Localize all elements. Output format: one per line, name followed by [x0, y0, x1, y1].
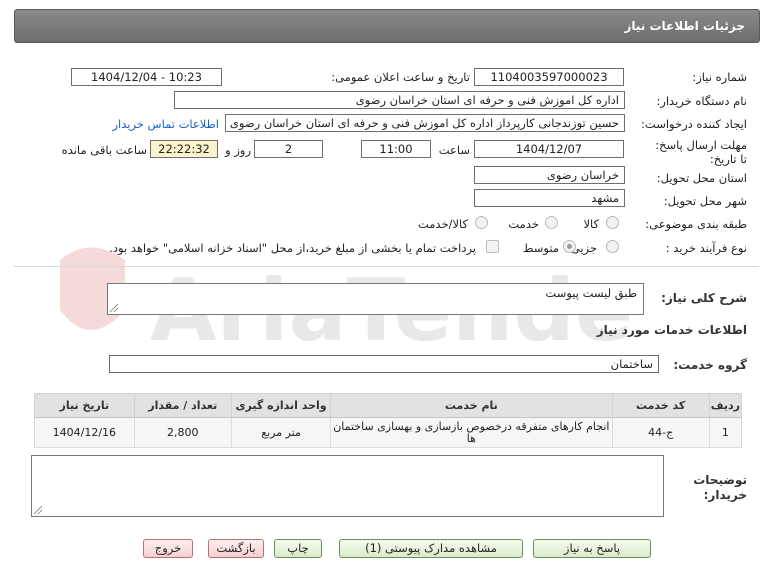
- buyer-notes-textarea[interactable]: [31, 455, 664, 517]
- deadline-label: مهلت ارسال پاسخ: تا تاریخ:: [655, 138, 747, 166]
- city-field: مشهد: [474, 189, 625, 207]
- table-header-row: ردیف کد خدمت نام خدمت واحد اندازه گیری ت…: [34, 393, 743, 418]
- col-header-unit: واحد اندازه گیری: [230, 393, 332, 418]
- exit-button[interactable]: خروج: [143, 539, 193, 558]
- remaining-time-field: 22:22:32: [150, 140, 218, 158]
- page-title: جزئیات اطلاعات نیاز: [624, 19, 745, 33]
- service-group-field: ساختمان: [109, 355, 659, 373]
- col-header-quantity: تعداد / مقدار: [133, 393, 232, 418]
- services-table: ردیف کد خدمت نام خدمت واحد اندازه گیری ت…: [34, 393, 743, 448]
- province-label: استان محل تحویل:: [656, 171, 747, 185]
- deadline-date-field: 1404/12/07: [474, 140, 624, 158]
- resize-grip-icon[interactable]: [34, 506, 42, 514]
- need-number-label: شماره نیاز:: [692, 70, 747, 84]
- announce-datetime-field: 1404/12/04 - 10:23: [71, 68, 222, 86]
- description-textarea: طبق لیست پیوست: [107, 283, 644, 315]
- cell-need-date: 1404/12/16: [34, 417, 135, 448]
- col-header-service-name: نام خدمت: [330, 393, 613, 418]
- cell-unit: متر مربع: [230, 417, 332, 448]
- view-attachments-button[interactable]: مشاهده مدارک پیوستی (1): [339, 539, 523, 558]
- requester-field: حسین توزندجانی کارپرداز اداره کل اموزش ف…: [225, 114, 625, 132]
- cell-service-code: ج-44: [611, 417, 710, 448]
- cell-row-number: 1: [708, 417, 743, 448]
- category-option-goods-service: کالا/خدمت: [417, 217, 468, 231]
- purchase-radio-medium[interactable]: [563, 240, 576, 253]
- col-header-row-number: ردیف: [708, 393, 743, 418]
- services-section-title: اطلاعات خدمات مورد نیاز: [596, 323, 747, 337]
- days-label: روز و: [225, 143, 251, 157]
- deadline-time-label: ساعت: [438, 143, 470, 157]
- treasury-payment-checkbox[interactable]: [486, 240, 499, 253]
- remaining-days-field: 2: [254, 140, 323, 158]
- treasury-payment-note: پرداخت تمام یا بخشی از مبلغ خرید،از محل …: [109, 241, 476, 255]
- page-titlebar: جزئیات اطلاعات نیاز: [14, 9, 760, 43]
- buyer-contact-link[interactable]: اطلاعات تماس خریدار: [112, 117, 219, 131]
- service-group-label: گروه خدمت:: [673, 358, 747, 372]
- back-button[interactable]: بازگشت: [208, 539, 264, 558]
- buyer-org-label: نام دستگاه خریدار:: [656, 94, 747, 108]
- description-text: طبق لیست پیوست: [545, 286, 637, 300]
- section-divider: [14, 266, 759, 267]
- category-radio-service[interactable]: [545, 216, 558, 229]
- table-row: 1 ج-44 انجام کارهای متفرقه درخصوص بازساز…: [34, 417, 743, 448]
- buyer-org-field: اداره کل اموزش فنی و حرفه ای استان خراسا…: [174, 91, 625, 109]
- remaining-time-label: ساعت باقی مانده: [61, 143, 147, 157]
- print-button[interactable]: چاپ: [274, 539, 322, 558]
- province-field: خراسان رضوی: [474, 166, 625, 184]
- category-radio-goods[interactable]: [606, 216, 619, 229]
- city-label: شهر محل تحویل:: [663, 194, 747, 208]
- category-option-service: خدمت: [508, 217, 539, 231]
- col-header-need-date: تاریخ نیاز: [34, 393, 135, 418]
- category-radio-goods-service[interactable]: [475, 216, 488, 229]
- cell-service-name: انجام کارهای متفرقه درخصوص بازسازی و بهس…: [330, 417, 613, 448]
- cell-quantity: 2,800: [133, 417, 232, 448]
- category-option-goods: کالا: [583, 217, 599, 231]
- announce-datetime-label: تاریخ و ساعت اعلان عمومی:: [331, 70, 470, 84]
- purchase-radio-minor[interactable]: [606, 240, 619, 253]
- category-label: طبقه بندی موضوعی:: [645, 217, 747, 231]
- deadline-time-field: 11:00: [361, 140, 431, 158]
- purchase-type-label: نوع فرآیند خرید :: [665, 241, 747, 255]
- col-header-service-code: کد خدمت: [611, 393, 710, 418]
- resize-grip-icon[interactable]: [110, 304, 118, 312]
- buyer-notes-label: توضیحات خریدار:: [693, 473, 747, 502]
- requester-label: ایجاد کننده درخواست:: [641, 117, 747, 131]
- reply-button[interactable]: پاسخ به نیاز: [533, 539, 651, 558]
- need-number-field: 1104003597000023: [474, 68, 624, 86]
- purchase-option-medium: متوسط: [522, 241, 559, 255]
- description-label: شرح کلی نیاز:: [661, 291, 747, 305]
